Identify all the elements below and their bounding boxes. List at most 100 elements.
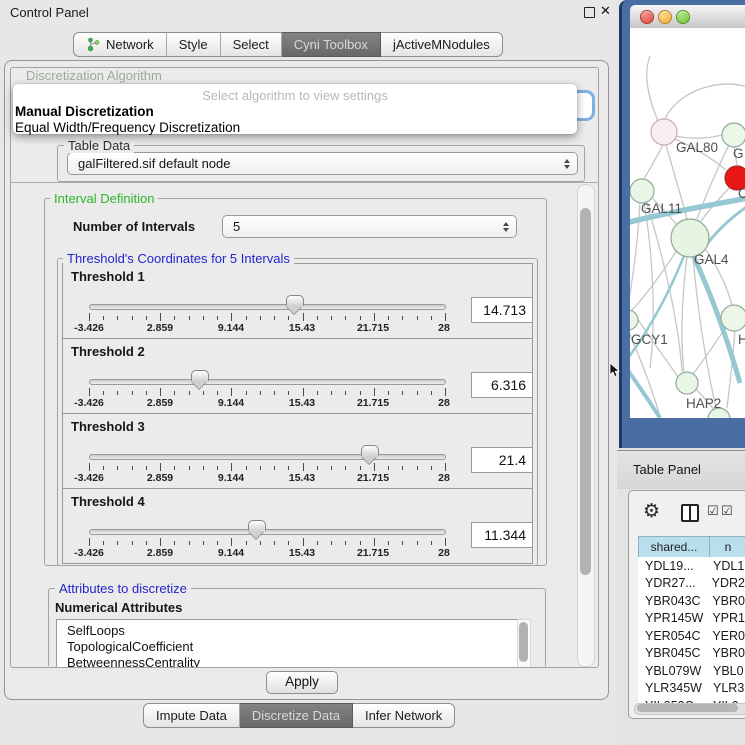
cell[interactable]: YBL079W — [638, 664, 710, 678]
threshold-1-panel: Threshold 1 -3.426 2.859 9.144 15.43 21.… — [62, 263, 533, 339]
list-item-topologicalcoefficient[interactable]: TopologicalCoefficient — [57, 639, 517, 655]
network-graph — [630, 28, 745, 418]
node-hap2[interactable] — [676, 372, 698, 394]
tick-label: 2.859 — [147, 322, 173, 334]
threshold-1-value-field[interactable]: 14.713 — [471, 297, 533, 323]
table-row[interactable]: YER054CYER0 — [638, 627, 745, 645]
node-right-mid[interactable] — [721, 305, 745, 331]
thresholds-group-title: Threshold's Coordinates for 5 Intervals — [63, 251, 294, 266]
main-scrollbar-thumb[interactable] — [580, 208, 591, 575]
column-header-shared-name[interactable]: shared... — [638, 536, 710, 558]
tick-label: -3.426 — [74, 547, 104, 559]
dropdown-placeholder-item[interactable]: Select algorithm to view settings — [13, 88, 577, 103]
node-gal11[interactable] — [630, 179, 654, 203]
node-top-right[interactable] — [722, 123, 745, 147]
threshold-1-slider-track[interactable] — [89, 304, 446, 310]
threshold-4-slider-track[interactable] — [89, 529, 446, 535]
cell[interactable]: YLR3 — [710, 681, 744, 695]
cell[interactable]: YDR2 — [709, 576, 745, 590]
cell[interactable]: YDR27... — [638, 576, 709, 590]
tick-label: 21.715 — [357, 547, 389, 559]
table-row[interactable]: YBR045CYBR0 — [638, 645, 745, 663]
node-label-partial-h: H — [738, 332, 745, 347]
cell[interactable]: YER054C — [638, 629, 709, 643]
float-window-icon[interactable] — [584, 7, 595, 18]
threshold-2-slider-thumb[interactable] — [191, 370, 209, 381]
table-row[interactable]: YDL19...YDL1 — [638, 557, 745, 575]
dropdown-item-equal-width-frequency[interactable]: Equal Width/Frequency Discretization — [15, 120, 240, 135]
threshold-1-slider-thumb[interactable] — [286, 295, 304, 306]
cell[interactable]: YDL19... — [638, 559, 710, 573]
tab-jactivemnodules-label: jActiveMNodules — [393, 33, 490, 56]
table-row[interactable]: YDR27...YDR2 — [638, 575, 745, 593]
number-of-intervals-spinner[interactable]: 5 — [222, 215, 517, 238]
threshold-3-value-field[interactable]: 21.4 — [471, 447, 533, 473]
cell[interactable]: YBR0 — [709, 646, 745, 660]
table-row[interactable]: YBL079WYBL0 — [638, 662, 745, 680]
numerical-attributes-list: SelfLoops TopologicalCoefficient Between… — [56, 619, 518, 667]
apply-button[interactable]: Apply — [266, 671, 338, 694]
mouse-cursor — [609, 363, 621, 383]
threshold-1-label: Threshold 1 — [71, 269, 145, 284]
close-traffic-light[interactable] — [640, 10, 654, 24]
checkbox-icon[interactable]: ☑ — [707, 504, 719, 519]
cell[interactable]: YLR345W — [638, 681, 710, 695]
cell[interactable]: YBR045C — [638, 646, 709, 660]
network-canvas[interactable] — [630, 28, 745, 418]
tab-cyni-toolbox[interactable]: Cyni Toolbox — [282, 32, 381, 57]
cell[interactable]: YBR0 — [709, 594, 745, 608]
threshold-3-slider-thumb[interactable] — [361, 445, 379, 456]
threshold-4-panel: Threshold 4 -3.426 2.859 9.144 15.43 21.… — [62, 488, 533, 564]
table-row[interactable]: YPR145WYPR1 — [638, 610, 745, 628]
checkbox-icon[interactable]: ☑ — [721, 504, 733, 519]
tick-label: 2.859 — [147, 397, 173, 409]
threshold-4-value-field[interactable]: 11.344 — [471, 522, 533, 548]
column-layout-icon[interactable] — [681, 504, 699, 522]
table-row[interactable]: YBR043CYBR0 — [638, 592, 745, 610]
number-of-intervals-label: Number of Intervals — [73, 219, 195, 234]
cell[interactable]: YBL0 — [710, 664, 744, 678]
tab-cyni-toolbox-label: Cyni Toolbox — [294, 33, 368, 56]
tick-label: 9.144 — [218, 397, 244, 409]
cell[interactable]: YPR145W — [638, 611, 709, 625]
tab-network[interactable]: Network — [73, 32, 167, 57]
close-icon[interactable]: ✕ — [600, 3, 611, 19]
tab-select[interactable]: Select — [221, 32, 282, 57]
network-window-titlebar[interactable] — [630, 5, 745, 28]
threshold-2-panel: Threshold 2 -3.426 2.859 9.144 15.43 21.… — [62, 338, 533, 414]
tab-infer-network[interactable]: Infer Network — [353, 703, 455, 728]
node-gal80[interactable] — [651, 119, 677, 145]
dropdown-item-manual-discretization[interactable]: Manual Discretization — [15, 104, 154, 119]
column-header-name[interactable]: n — [709, 536, 745, 558]
cell[interactable]: YPR1 — [709, 611, 745, 625]
threshold-4-slider-thumb[interactable] — [248, 520, 266, 531]
zoom-traffic-light[interactable] — [676, 10, 690, 24]
cell[interactable]: YDL1 — [710, 559, 744, 573]
threshold-3-ticks — [89, 463, 445, 472]
list-item-selfloops[interactable]: SelfLoops — [57, 620, 517, 639]
tick-label: 15.43 — [289, 322, 315, 334]
table-hscrollbar-thumb[interactable] — [637, 704, 738, 712]
table-row[interactable]: YLR345WYLR3 — [638, 680, 745, 698]
cell[interactable]: YBR043C — [638, 594, 709, 608]
tick-label: 21.715 — [357, 397, 389, 409]
threshold-3-slider-track[interactable] — [89, 454, 446, 460]
tab-network-label: Network — [106, 33, 154, 56]
tab-style[interactable]: Style — [167, 32, 221, 57]
gear-icon[interactable]: ⚙ — [643, 500, 660, 522]
node-label-gcy1: GCY1 — [631, 332, 668, 347]
tick-label: 28 — [438, 397, 450, 409]
tab-jactivemnodules[interactable]: jActiveMNodules — [381, 32, 503, 57]
threshold-2-value-field[interactable]: 6.316 — [471, 372, 533, 398]
threshold-3-label: Threshold 3 — [71, 419, 145, 434]
node-gcy1[interactable] — [630, 310, 638, 330]
tab-impute-data[interactable]: Impute Data — [143, 703, 240, 728]
list-item-betweennesscentrality[interactable]: BetweennessCentrality — [57, 655, 517, 667]
threshold-2-slider-track[interactable] — [89, 379, 446, 385]
table-data-combobox[interactable]: galFiltered.sif default node — [67, 152, 578, 175]
cell[interactable]: YER0 — [709, 629, 745, 643]
attributes-scrollbar-thumb[interactable] — [519, 622, 528, 662]
tab-discretize-data[interactable]: Discretize Data — [240, 703, 353, 728]
minimize-traffic-light[interactable] — [658, 10, 672, 24]
threshold-2-ticks — [89, 388, 445, 397]
